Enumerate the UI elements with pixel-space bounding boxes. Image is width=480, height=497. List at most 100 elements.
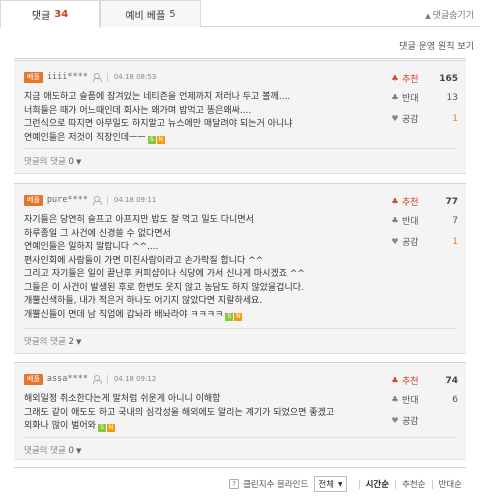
replies-toggle[interactable]: 댓글의 댓글 0 ▼ — [24, 444, 81, 456]
divider — [106, 72, 108, 82]
comment-line: 그래도 같이 애도도 하고 국내의 심각성을 해외에도 알리는 계기가 되었으면… — [24, 407, 335, 418]
user-icon — [92, 374, 102, 384]
sort-bar: ? 클린지수 블라인드 전체 ▼ 시간순 추천순 반대순 — [229, 476, 462, 492]
agree-label: 공감 — [402, 238, 419, 248]
divider — [24, 437, 456, 438]
tab-best-candidates-label: 예비 베플 — [125, 10, 166, 22]
downvote-label: 반대 — [402, 217, 419, 227]
agree-label: 공감 — [402, 417, 419, 427]
heart-icon: ♥ — [391, 236, 399, 246]
divider — [106, 374, 108, 384]
chevron-down-icon: ▼ — [75, 338, 82, 346]
agree-label: 공감 — [402, 115, 419, 125]
new-icon: N — [106, 424, 115, 432]
comment-item: 베플 assa**** 04.18 09:12 해외일정 취소한다는게 말처럼 … — [14, 362, 466, 460]
comment-line: 지금 애도하고 슬픔에 잠겨있는 네티즌을 언제까지 저러나 두고 볼께.... — [24, 92, 291, 102]
upvote-count: 77 — [445, 196, 458, 207]
new-icon: N — [156, 135, 165, 144]
divider — [358, 479, 360, 489]
comment-body: 자기들은 당연히 슬프고 아프지만 밥도 잘 먹고 일도 다니면서 하루종일 그… — [24, 214, 374, 322]
tab-best-candidates[interactable]: 예비 베플 5 — [100, 0, 201, 27]
tab-comments[interactable]: 댓글 34 — [0, 0, 100, 28]
comment-line: 너희들은 때가 어느때인데 회사는 왜가며 밥먹고 똥은왜싸.... — [24, 105, 252, 116]
tab-comments-count: 34 — [54, 9, 69, 20]
replies-toggle[interactable]: 댓글의 댓글 0 ▼ — [24, 155, 81, 167]
downvote-button[interactable]: ♣ 반대 13 — [390, 88, 462, 107]
upvote-button[interactable]: ♣ 추천 165 — [390, 69, 462, 88]
downvote-button[interactable]: ♣ 반대 7 — [390, 211, 462, 230]
vote-panel: ♣ 추천 77 ♣ 반대 7 ♥ 공감 1 — [390, 192, 462, 251]
mobile-icon: S — [147, 135, 156, 144]
agree-button[interactable]: ♥ 공감 1 — [390, 109, 462, 128]
chevron-down-icon: ▼ — [337, 480, 343, 488]
replies-label: 댓글의 댓글 — [24, 446, 66, 456]
comment-time: 04.18 09:11 — [113, 196, 157, 204]
best-badge: 베플 — [24, 71, 43, 83]
thumbs-up-icon: ♣ — [391, 375, 399, 385]
comment-author[interactable]: iiii**** — [47, 72, 88, 82]
thumbs-up-icon: ♣ — [391, 196, 399, 206]
thumbs-down-icon: ♣ — [391, 215, 399, 225]
comment-line: 그리고 자기들은 일이 끝난후 커피샵이나 식당에 가서 신나게 마시겠죠 ^^ — [24, 269, 305, 279]
comment-line: 자기들은 당연히 슬프고 아프지만 밥도 잘 먹고 일도 다니면서 — [24, 215, 254, 225]
replies-label: 댓글의 댓글 — [24, 157, 66, 167]
comment-body: 지금 애도하고 슬픔에 잠겨있는 네티즌을 언제까지 저러나 두고 볼께....… — [24, 91, 374, 145]
replies-toggle[interactable]: 댓글의 댓글 2 ▼ — [24, 335, 81, 347]
upvote-label: 추천 — [402, 75, 419, 85]
downvote-count: 6 — [452, 394, 458, 405]
downvote-label: 반대 — [402, 94, 419, 104]
upvote-label: 추천 — [402, 198, 419, 208]
comment-line: 편사인회에 사람들이 가면 미친사람이라고 손가락질 합니다 ^^ — [24, 255, 264, 266]
sort-time-button[interactable]: 시간순 — [366, 478, 389, 490]
comment-meta: 베플 pure**** 04.18 09:11 — [24, 194, 156, 206]
divider — [24, 328, 456, 329]
sort-downvote-button[interactable]: 반대순 — [439, 478, 462, 490]
downvote-count: 7 — [452, 215, 458, 226]
filter-select[interactable]: 전체 ▼ — [314, 476, 347, 492]
agree-button[interactable]: ♥ 공감 1 — [390, 232, 462, 251]
comment-line: 연예인들은 일하지 말랍니다 ^^.... — [24, 242, 159, 252]
sort-upvote-button[interactable]: 추천순 — [402, 478, 425, 490]
heart-icon: ♥ — [391, 415, 399, 425]
filter-select-value: 전체 — [318, 480, 334, 490]
vote-panel: ♣ 추천 165 ♣ 반대 13 ♥ 공감 1 — [390, 69, 462, 128]
user-icon — [92, 72, 102, 82]
comment-footer: ? 클린지수 블라인드 전체 ▼ 시간순 추천순 반대순 — [14, 467, 466, 493]
vote-panel: ♣ 추천 74 ♣ 반대 6 ♥ 공감 — [390, 371, 462, 430]
comment-line: 개뿔신색하들, 내가 적은거 하나도 어기지 않았다면 지랄하세요. — [24, 296, 263, 306]
divider — [24, 148, 456, 149]
comment-time: 04.18 09:12 — [113, 375, 157, 383]
upvote-button[interactable]: ♣ 추천 74 — [390, 371, 462, 390]
upvote-button[interactable]: ♣ 추천 77 — [390, 192, 462, 211]
collapse-up-icon: ▲ — [425, 12, 431, 20]
upvote-count: 74 — [445, 375, 458, 386]
comment-line: 연예인들은 저것이 직장인데ㅡㅡ — [24, 132, 146, 143]
comment-line: 해외일정 취소한다는게 말처럼 쉬운게 아니니 이해함 — [24, 394, 221, 404]
replies-count: 2 — [68, 337, 74, 347]
policy-link[interactable]: 댓글 운영 원칙 보기 — [399, 39, 474, 52]
downvote-button[interactable]: ♣ 반대 6 — [390, 390, 462, 409]
downvote-count: 13 — [446, 92, 458, 103]
help-icon[interactable]: ? — [229, 479, 240, 489]
comment-item: 베플 iiii**** 04.18 08:53 지금 애도하고 슬픔에 잠겨있는… — [14, 60, 466, 174]
comment-line: 개뿔신들이 면데 남 직업에 갑놔라 배놔라야 ㅋㅋㅋㅋ — [24, 309, 224, 320]
comment-tabs: 댓글 34 예비 베플 5 ▲ 댓글숨기기 — [0, 0, 480, 28]
agree-button[interactable]: ♥ 공감 — [390, 411, 462, 430]
new-icon: N — [234, 312, 243, 321]
replies-label: 댓글의 댓글 — [24, 337, 66, 347]
hide-comments-label: 댓글숨기기 — [432, 11, 474, 21]
comment-author[interactable]: pure**** — [47, 195, 88, 205]
comment-meta: 베플 iiii**** 04.18 08:53 — [24, 71, 156, 83]
agree-count: 1 — [452, 113, 458, 124]
chevron-down-icon: ▼ — [75, 447, 82, 455]
comment-body: 해외일정 취소한다는게 말처럼 쉬운게 아니니 이해함 그래도 같이 애도도 하… — [24, 393, 374, 434]
user-icon — [92, 195, 102, 205]
cleanbot-label: 클린지수 블라인드 — [243, 480, 309, 490]
comment-author[interactable]: assa**** — [47, 374, 88, 384]
comment-item: 베플 pure**** 04.18 09:11 자기들은 당연히 슬프고 아프지… — [14, 183, 466, 354]
chevron-down-icon: ▼ — [75, 158, 82, 166]
comment-time: 04.18 08:53 — [113, 73, 157, 81]
best-badge: 베플 — [24, 194, 43, 206]
comment-meta: 베플 assa**** 04.18 09:12 — [24, 373, 156, 385]
hide-comments-link[interactable]: ▲ 댓글숨기기 — [425, 8, 474, 21]
